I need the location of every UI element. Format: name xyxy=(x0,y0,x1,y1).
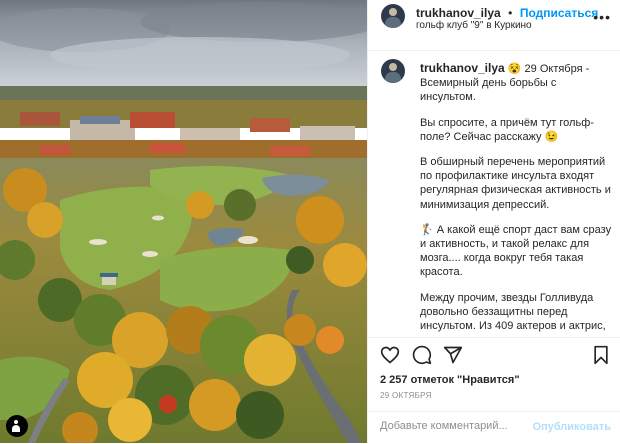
location-link[interactable]: гольф клуб "9" в Куркино xyxy=(416,20,532,31)
caption-emoji: 😵 xyxy=(507,63,522,75)
caption-paragraph: Между прочим, звезды Голливуда довольно … xyxy=(420,291,606,333)
caption-date: 29 Октября xyxy=(524,63,583,75)
caption-area: trukhanov_ilya 😵 29 Октября - Всемирный … xyxy=(368,51,620,337)
comment-icon[interactable] xyxy=(412,345,432,365)
header-username[interactable]: trukhanov_ilya xyxy=(416,6,501,20)
comment-bar: Опубликовать xyxy=(368,411,620,444)
post-photo[interactable] xyxy=(0,0,367,443)
follow-button[interactable]: Подписаться xyxy=(520,6,598,20)
share-icon[interactable] xyxy=(443,345,463,365)
caption-paragraph: Вы спросите, а причём тут гольф-поле? Се… xyxy=(420,116,594,143)
post-header: trukhanov_ilya • Подписаться гольф клуб … xyxy=(368,0,620,51)
publish-button[interactable]: Опубликовать xyxy=(532,421,611,433)
caption-paragraph: 🏌 А какой ещё спорт даст вам сразу и акт… xyxy=(420,223,612,279)
post-side-panel: trukhanov_ilya • Подписаться гольф клуб … xyxy=(367,0,620,443)
heart-icon[interactable] xyxy=(380,345,400,365)
bookmark-icon[interactable] xyxy=(591,345,611,365)
likes-count[interactable]: 2 257 отметок "Нравится" xyxy=(380,374,520,386)
golf-course-aerial-image xyxy=(0,0,367,443)
caption-paragraph: В обширный перечень мероприятий по профи… xyxy=(420,156,611,211)
avatar[interactable] xyxy=(381,4,405,28)
caption-username[interactable]: trukhanov_ilya xyxy=(420,61,505,75)
tagged-user-icon[interactable] xyxy=(6,415,28,437)
caption-text: trukhanov_ilya 😵 29 Октября - Всемирный … xyxy=(420,61,612,337)
header-separator: • xyxy=(508,6,513,20)
caption-avatar[interactable] xyxy=(381,59,405,83)
more-options-icon[interactable]: ••• xyxy=(593,9,611,25)
comment-input[interactable] xyxy=(380,420,530,432)
post-date[interactable]: 29 ОКТЯБРЯ xyxy=(380,391,432,400)
